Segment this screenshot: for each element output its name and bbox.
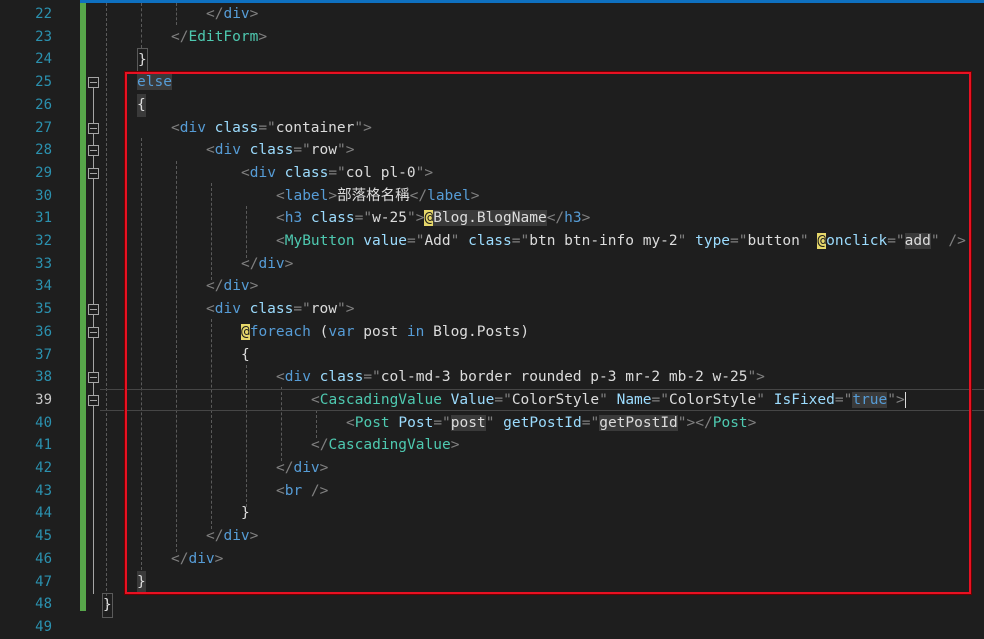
code-text: </div> [206, 6, 259, 22]
fold-collapse-icon[interactable] [88, 326, 99, 338]
code-editor[interactable]: 22 </div> 23 </EditForm> 24 } 25 else 26… [0, 0, 984, 635]
fold-collapse-icon[interactable] [88, 145, 99, 157]
line-number: 23 [35, 28, 52, 45]
line-number: 45 [35, 528, 52, 545]
line-number: 33 [35, 255, 52, 272]
line-number: 49 [35, 618, 52, 635]
line-number: 29 [35, 164, 52, 181]
line-number: 34 [35, 278, 52, 295]
line-number: 36 [35, 323, 52, 340]
line-number: 25 [35, 74, 52, 91]
line-number: 43 [35, 482, 52, 499]
line-number: 38 [35, 369, 52, 386]
line-number: 31 [35, 210, 52, 227]
line-number: 44 [35, 505, 52, 522]
code-line[interactable]: 24 } [0, 48, 984, 74]
line-number: 28 [35, 142, 52, 159]
line-number: 48 [35, 596, 52, 613]
highlight-annotation-box [125, 72, 971, 594]
line-number: 22 [35, 6, 52, 22]
line-number: 46 [35, 550, 52, 567]
fold-collapse-icon[interactable] [88, 167, 99, 179]
fold-collapse-icon[interactable] [88, 372, 99, 384]
line-number: 47 [35, 573, 52, 590]
fold-collapse-icon[interactable] [88, 304, 99, 316]
line-number: 37 [35, 346, 52, 363]
line-number: 27 [35, 119, 52, 136]
fold-collapse-icon[interactable] [88, 122, 99, 134]
fold-collapse-icon[interactable] [88, 77, 99, 89]
line-number: 39 [35, 391, 52, 408]
line-number: 42 [35, 460, 52, 476]
line-number: 41 [35, 437, 52, 454]
code-line[interactable]: 48 } [0, 593, 984, 618]
fold-collapse-icon[interactable] [88, 394, 99, 406]
code-text: } [102, 593, 113, 618]
line-number: 26 [35, 96, 52, 113]
line-number: 24 [35, 51, 52, 68]
line-number: 32 [35, 233, 52, 249]
line-number: 40 [35, 414, 52, 431]
code-line[interactable]: 23 </EditForm> [0, 26, 984, 49]
code-line[interactable]: 22 </div> [0, 3, 984, 26]
line-number: 30 [35, 187, 52, 204]
code-text: </EditForm> [171, 28, 268, 45]
line-number: 35 [35, 301, 52, 318]
code-line[interactable]: 49 [0, 616, 984, 639]
code-text: } [137, 48, 148, 74]
